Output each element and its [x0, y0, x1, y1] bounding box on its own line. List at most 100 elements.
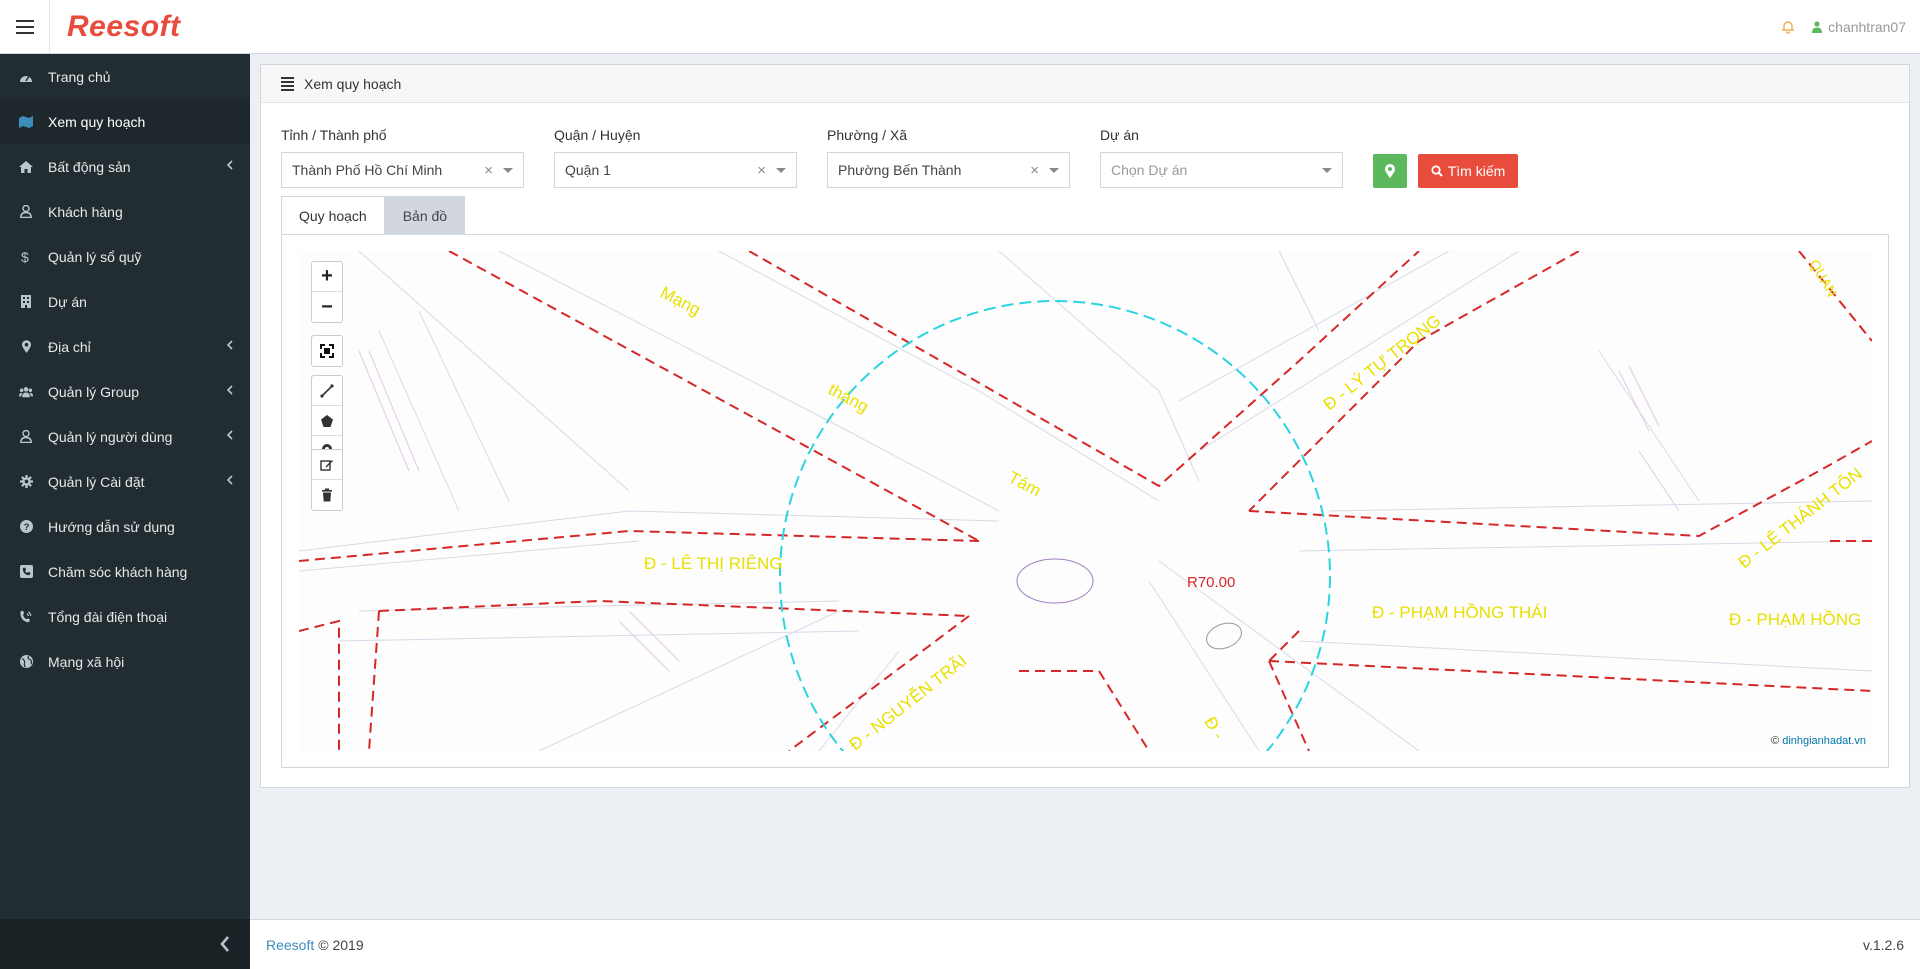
- roundabout-circle: [779, 300, 1331, 751]
- sidebar-item-label: Tổng đài điện thoại: [48, 608, 168, 625]
- edit-toolbar: [311, 449, 343, 511]
- sidebar-item-mang-xa-hoi[interactable]: Mạng xã hội: [0, 639, 250, 684]
- sidebar-item-du-an[interactable]: Dự án: [0, 279, 250, 324]
- sidebar-item-dia-chi[interactable]: Địa chỉ: [0, 324, 250, 369]
- chevron-left-icon: [226, 474, 233, 488]
- app-logo[interactable]: Reesoft: [67, 10, 181, 44]
- edit-icon: [320, 459, 333, 471]
- search-icon: [1431, 165, 1443, 177]
- menu-toggle-button[interactable]: [0, 0, 50, 54]
- panel-header: Xem quy hoạch: [261, 65, 1909, 103]
- caret-down-icon: [503, 168, 513, 173]
- locate-button[interactable]: [1373, 154, 1407, 188]
- user-icon: [19, 205, 33, 219]
- sidebar-item-khach-hang[interactable]: Khách hàng: [0, 189, 250, 234]
- users-icon: [19, 385, 33, 399]
- ward-select[interactable]: Phường Bến Thành ×: [827, 152, 1070, 188]
- map-label: Đ -: [1201, 714, 1229, 743]
- sidebar-collapse-button[interactable]: [0, 919, 250, 969]
- sidebar-item-quan-ly-so-quy[interactable]: $ Quản lý sổ quỹ: [0, 234, 250, 279]
- sidebar-item-label: Quản lý Group: [48, 383, 140, 400]
- map-icon: [19, 115, 33, 129]
- sidebar-item-label: Quản lý sổ quỹ: [48, 248, 142, 265]
- planning-map[interactable]: Mạng tháng Tám Đ - LÝ TỰ TRỌNG Đ - LÊ TH…: [299, 251, 1872, 751]
- project-label: Dự án: [1100, 127, 1139, 143]
- user-icon: [1812, 21, 1823, 33]
- project-filter: Dự án Chọn Dự án: [1100, 127, 1343, 188]
- draw-polyline-button[interactable]: [312, 376, 342, 406]
- tab-quy-hoach[interactable]: Quy hoạch: [281, 196, 385, 235]
- project-placeholder: Chọn Dự án: [1111, 162, 1188, 178]
- sidebar-item-label: Hướng dẫn sử dụng: [48, 518, 175, 535]
- radius-label: R70.00: [1187, 574, 1235, 591]
- hamburger-icon: [15, 31, 34, 34]
- zoom-out-button[interactable]: −: [312, 292, 342, 322]
- caret-down-icon: [776, 168, 786, 173]
- sidebar-item-huong-dan-su-dung[interactable]: ? Hướng dẫn sử dụng: [0, 504, 250, 549]
- sidebar-item-label: Bất động sản: [48, 158, 131, 175]
- polygon-icon: [321, 414, 333, 427]
- zoom-control: + −: [311, 261, 343, 323]
- caret-down-icon: [1322, 168, 1332, 173]
- chevron-left-icon: [226, 429, 233, 443]
- caret-down-icon: [1049, 168, 1059, 173]
- svg-text:$: $: [21, 250, 29, 264]
- app-version: v.1.2.6: [1863, 937, 1904, 953]
- delete-layers-button[interactable]: [312, 480, 342, 510]
- map-label: Đ - LÊ THỊ RIÊNG: [644, 554, 783, 573]
- map-marker-icon: [19, 340, 33, 354]
- map-label: Mạng: [657, 283, 703, 320]
- map-marker-icon: [1385, 164, 1395, 178]
- sidebar-item-quan-ly-nguoi-dung[interactable]: Quản lý người dùng: [0, 414, 250, 459]
- province-select[interactable]: Thành Phố Hồ Chí Minh ×: [281, 152, 524, 188]
- sidebar-item-label: Khách hàng: [48, 203, 123, 220]
- province-label: Tỉnh / Thành phố: [281, 127, 387, 143]
- edit-layers-button[interactable]: [312, 450, 342, 480]
- sidebar-item-bat-dong-san[interactable]: Bất động sản: [0, 144, 250, 189]
- fullscreen-button[interactable]: [312, 336, 342, 366]
- search-button[interactable]: Tìm kiếm: [1418, 154, 1518, 188]
- username-label: chanhtran07: [1828, 19, 1906, 35]
- district-select[interactable]: Quận 1 ×: [554, 152, 797, 188]
- sidebar-item-label: Quản lý Cài đặt: [48, 473, 145, 490]
- notification-icon[interactable]: [1780, 19, 1796, 35]
- zoom-in-button[interactable]: +: [312, 262, 342, 292]
- clear-icon[interactable]: ×: [1030, 162, 1039, 179]
- main-panel: Xem quy hoạch Tỉnh / Thành phố Thành Phố…: [260, 64, 1910, 788]
- province-filter: Tỉnh / Thành phố Thành Phố Hồ Chí Minh ×: [281, 127, 524, 188]
- hamburger-icon: [15, 19, 34, 22]
- question-icon: ?: [19, 520, 33, 534]
- project-select[interactable]: Chọn Dự án: [1100, 152, 1343, 188]
- footer-copyright: © 2019: [318, 936, 364, 953]
- footer-brand-link[interactable]: Reesoft: [266, 937, 314, 953]
- home-icon: [19, 160, 33, 174]
- tab-ban-do[interactable]: Bản đồ: [384, 196, 466, 235]
- ward-filter: Phường / Xã Phường Bến Thành ×: [827, 127, 1070, 188]
- top-navbar: Reesoft chanhtran07: [0, 0, 1920, 54]
- dashboard-icon: [19, 70, 33, 84]
- sidebar-item-quan-ly-group[interactable]: Quản lý Group: [0, 369, 250, 414]
- sidebar-item-trang-chu[interactable]: Trang chủ: [0, 54, 250, 99]
- map-label: QUAN: [1806, 257, 1840, 300]
- polyline-icon: [320, 383, 334, 398]
- user-menu[interactable]: chanhtran07: [1812, 19, 1906, 35]
- attribution-link[interactable]: dinhgianhadat.vn: [1782, 735, 1866, 747]
- draw-polygon-button[interactable]: [312, 406, 342, 436]
- map-label: Đ - PHẠM HỒNG THÁI: [1372, 603, 1547, 622]
- sidebar-item-quan-ly-cai-dat[interactable]: Quản lý Cài đặt: [0, 459, 250, 504]
- chevron-left-icon: [220, 936, 229, 952]
- globe-icon: [19, 655, 33, 669]
- sidebar-item-tong-dai-dien-thoai[interactable]: Tổng đài điện thoại: [0, 594, 250, 639]
- sidebar-item-label: Chăm sóc khách hàng: [48, 563, 188, 580]
- clear-icon[interactable]: ×: [757, 162, 766, 179]
- chevron-left-icon: [226, 159, 233, 173]
- map-canvas[interactable]: Mạng tháng Tám Đ - LÝ TỰ TRỌNG Đ - LÊ TH…: [299, 251, 1872, 751]
- clear-icon[interactable]: ×: [484, 162, 493, 179]
- sidebar-item-xem-quy-hoach[interactable]: Xem quy hoạch: [0, 99, 250, 144]
- province-value: Thành Phố Hồ Chí Minh: [292, 162, 443, 178]
- sidebar-item-cham-soc-khach-hang[interactable]: Chăm sóc khách hàng: [0, 549, 250, 594]
- sidebar-item-label: Trang chủ: [48, 68, 111, 85]
- tab-pane-quy-hoach: Mạng tháng Tám Đ - LÝ TỰ TRỌNG Đ - LÊ TH…: [281, 234, 1889, 768]
- user-icon: [19, 430, 33, 444]
- map-label: Đ - PHẠM HỒNG: [1729, 610, 1861, 629]
